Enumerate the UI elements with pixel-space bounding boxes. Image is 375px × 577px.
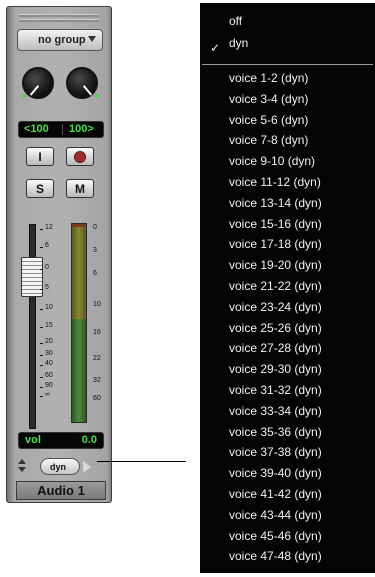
fader-track bbox=[29, 224, 36, 429]
pan-right-value: 100> bbox=[69, 123, 94, 135]
volume-label: vol bbox=[25, 434, 41, 446]
voice-selector-button[interactable]: dyn bbox=[40, 458, 80, 475]
group-selector-button[interactable]: no group bbox=[17, 29, 103, 51]
record-enable-button[interactable] bbox=[66, 147, 94, 166]
menu-separator bbox=[202, 64, 373, 65]
fader-scale-label: 40 bbox=[45, 360, 53, 367]
fader-scale-label: 0 bbox=[45, 264, 49, 271]
fader-scale-label: ∞ bbox=[45, 391, 50, 398]
knob-pointer bbox=[29, 85, 40, 96]
menu-item-voice[interactable]: voice 3-4 (dyn) bbox=[229, 92, 308, 106]
menu-item-voice[interactable]: voice 31-32 (dyn) bbox=[229, 383, 322, 397]
knob-pointer bbox=[82, 85, 93, 96]
menu-item-voice[interactable]: voice 15-16 (dyn) bbox=[229, 217, 322, 231]
track-name-button[interactable]: Audio 1 bbox=[16, 481, 106, 500]
menu-item-voice[interactable]: voice 1-2 (dyn) bbox=[229, 71, 308, 85]
knob-led bbox=[22, 94, 26, 98]
fader-tick bbox=[40, 365, 43, 366]
menu-item-dyn[interactable]: dyn bbox=[229, 36, 248, 50]
pan-divider bbox=[62, 124, 63, 135]
menu-item-voice[interactable]: voice 21-22 (dyn) bbox=[229, 279, 322, 293]
knob-led bbox=[95, 94, 99, 98]
pan-left-value: <100 bbox=[24, 123, 49, 135]
menu-item-voice[interactable]: voice 33-34 (dyn) bbox=[229, 404, 322, 418]
fader-scale-label: 12 bbox=[45, 224, 53, 231]
menu-item-off[interactable]: off bbox=[229, 14, 242, 28]
mixer-channel-strip: no group <100 100> I S M 12 6 0 5 10 15 20 30 40… bbox=[6, 6, 112, 503]
pan-knob-right[interactable] bbox=[66, 67, 99, 99]
menu-item-voice[interactable]: voice 17-18 (dyn) bbox=[229, 237, 322, 251]
menu-item-voice[interactable]: voice 13-14 (dyn) bbox=[229, 196, 322, 210]
fader-tick bbox=[40, 396, 43, 397]
menu-item-voice[interactable]: voice 19-20 (dyn) bbox=[229, 258, 322, 272]
fader-tick bbox=[40, 343, 43, 344]
menu-item-voice[interactable]: voice 5-6 (dyn) bbox=[229, 113, 308, 127]
fader-scale-label: 10 bbox=[45, 304, 53, 311]
menu-item-voice[interactable]: voice 47-48 (dyn) bbox=[229, 549, 322, 563]
checkmark-icon: ✓ bbox=[210, 41, 221, 55]
fader-scale-label: 15 bbox=[45, 322, 53, 329]
menu-item-voice[interactable]: voice 41-42 (dyn) bbox=[229, 487, 322, 501]
fader-scale-label: 5 bbox=[45, 284, 49, 291]
menu-arrow-icon bbox=[83, 461, 91, 473]
fader-tick bbox=[40, 387, 43, 388]
fader-scale-label: 90 bbox=[45, 382, 53, 389]
arrow-up-icon bbox=[18, 459, 26, 464]
callout-line bbox=[97, 461, 186, 462]
fader-tick bbox=[40, 309, 43, 310]
fader-tick bbox=[40, 377, 43, 378]
fader-tick bbox=[40, 289, 43, 290]
meter-scale-label: 22 bbox=[93, 355, 101, 362]
meter-scale-label: 6 bbox=[93, 270, 97, 277]
meter-scale-label: 16 bbox=[93, 329, 101, 336]
fader-scale-label: 20 bbox=[45, 338, 53, 345]
menu-item-voice[interactable]: voice 7-8 (dyn) bbox=[229, 133, 308, 147]
level-meter bbox=[71, 223, 87, 423]
menu-item-voice[interactable]: voice 9-10 (dyn) bbox=[229, 154, 315, 168]
fader-tick bbox=[40, 229, 43, 230]
voice-selector-label: dyn bbox=[50, 461, 67, 472]
menu-item-voice[interactable]: voice 43-44 (dyn) bbox=[229, 508, 322, 522]
strip-grip bbox=[19, 19, 99, 22]
meter-scale-label: 32 bbox=[93, 377, 101, 384]
fader-tick bbox=[40, 269, 43, 270]
menu-item-voice[interactable]: voice 45-46 (dyn) bbox=[229, 529, 322, 543]
fader-tick bbox=[40, 327, 43, 328]
menu-item-voice[interactable]: voice 23-24 (dyn) bbox=[229, 300, 322, 314]
meter-clip-zone bbox=[72, 224, 86, 227]
fader-tick bbox=[40, 355, 43, 356]
menu-item-voice[interactable]: voice 29-30 (dyn) bbox=[229, 362, 322, 376]
volume-fader[interactable] bbox=[21, 257, 43, 297]
meter-scale-label: 60 bbox=[93, 395, 101, 402]
fader-scale-label: 30 bbox=[45, 350, 53, 357]
chevron-down-icon bbox=[88, 36, 96, 42]
group-selector-label: no group bbox=[38, 34, 86, 46]
menu-item-voice[interactable]: voice 39-40 (dyn) bbox=[229, 466, 322, 480]
pan-knob-left[interactable] bbox=[22, 67, 54, 99]
volume-value: 0.0 bbox=[81, 434, 97, 446]
solo-button[interactable]: S bbox=[26, 179, 54, 198]
meter-scale-label: 0 bbox=[93, 224, 97, 231]
meter-green-zone bbox=[72, 319, 86, 422]
pan-readout: <100 100> bbox=[18, 121, 104, 138]
menu-item-voice[interactable]: voice 37-38 (dyn) bbox=[229, 445, 322, 459]
meter-scale-label: 10 bbox=[93, 301, 101, 308]
record-icon bbox=[74, 150, 86, 163]
meter-scale-label: 3 bbox=[93, 247, 97, 254]
arrow-down-icon bbox=[18, 467, 26, 472]
menu-item-voice[interactable]: voice 35-36 (dyn) bbox=[229, 425, 322, 439]
menu-item-voice[interactable]: voice 25-26 (dyn) bbox=[229, 321, 322, 335]
strip-grip bbox=[19, 14, 99, 17]
fader-scale-label: 60 bbox=[45, 372, 53, 379]
volume-readout[interactable]: vol 0.0 bbox=[18, 432, 104, 449]
input-monitor-button[interactable]: I bbox=[26, 147, 54, 166]
mute-button[interactable]: M bbox=[66, 179, 94, 198]
menu-item-voice[interactable]: voice 11-12 (dyn) bbox=[229, 175, 321, 189]
voice-popup-menu: off ✓ dyn voice 1-2 (dyn) voice 3-4 (dyn)… bbox=[200, 3, 375, 573]
meter-yellow-zone bbox=[72, 224, 86, 320]
menu-item-voice[interactable]: voice 27-28 (dyn) bbox=[229, 341, 322, 355]
fader-scale-label: 6 bbox=[45, 242, 49, 249]
fader-tick bbox=[40, 247, 43, 248]
voice-stepper[interactable] bbox=[18, 457, 26, 475]
